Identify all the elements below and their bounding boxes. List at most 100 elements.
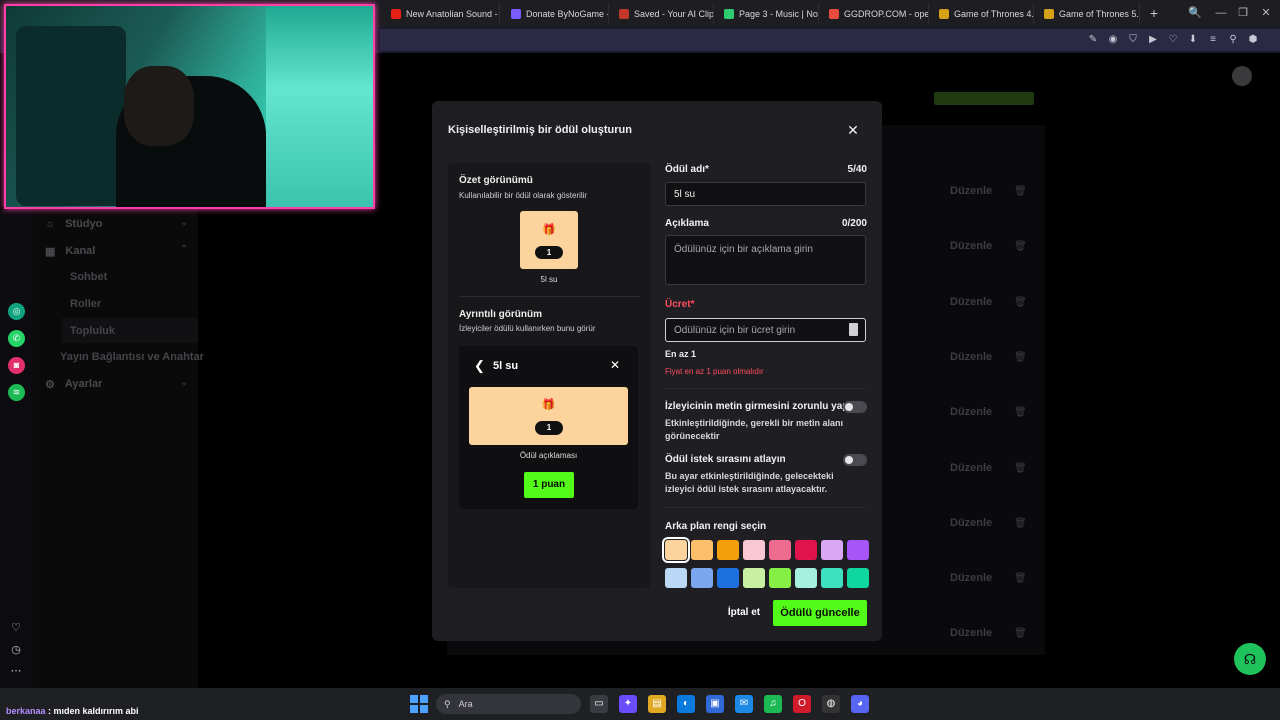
- trash-icon[interactable]: 🗑: [1014, 352, 1027, 363]
- trash-icon[interactable]: 🗑: [1014, 573, 1027, 584]
- camera-icon[interactable]: ◉: [1105, 32, 1121, 48]
- edge-icon[interactable]: ◐: [677, 695, 695, 713]
- more-icon[interactable]: ⋯: [8, 663, 24, 679]
- file-explorer-icon[interactable]: ▤: [648, 695, 666, 713]
- play-icon[interactable]: ▶: [1145, 32, 1161, 48]
- browser-tab[interactable]: Saved - Your AI Clipper: [611, 3, 714, 24]
- chevron-up-icon[interactable]: ⌃: [180, 244, 188, 255]
- whatsapp-icon[interactable]: ✆: [8, 330, 25, 347]
- history-icon[interactable]: ◷: [8, 642, 24, 658]
- color-swatch[interactable]: [691, 540, 713, 560]
- chatgpt-icon[interactable]: ◎: [8, 303, 25, 320]
- skip-queue-toggle[interactable]: [843, 454, 867, 466]
- task-view-icon[interactable]: ▭: [590, 695, 608, 713]
- close-window-button[interactable]: ✕: [1257, 5, 1275, 21]
- edit-reward-button[interactable]: Düzenle: [950, 572, 992, 584]
- obs-icon[interactable]: ◍: [822, 695, 840, 713]
- edit-reward-button[interactable]: Düzenle: [950, 240, 992, 252]
- download-icon[interactable]: ⬇: [1185, 32, 1201, 48]
- divider: [665, 507, 866, 508]
- color-swatch[interactable]: [847, 568, 869, 588]
- background-color-title: Arka plan rengi seçin: [665, 521, 767, 532]
- color-swatch[interactable]: [717, 568, 739, 588]
- mail-icon[interactable]: ✉: [735, 695, 753, 713]
- color-swatch[interactable]: [795, 568, 817, 588]
- color-swatch[interactable]: [795, 540, 817, 560]
- sidebar-item-roles[interactable]: Roller: [70, 291, 101, 317]
- edit-reward-button[interactable]: Düzenle: [950, 296, 992, 308]
- minimize-button[interactable]: —: [1212, 5, 1230, 21]
- sidebar-item-community[interactable]: Topluluk: [70, 318, 115, 344]
- trash-icon[interactable]: 🗑: [1014, 241, 1027, 252]
- sidebar-item-channel[interactable]: ▦ Kanal: [45, 238, 95, 264]
- color-swatch[interactable]: [769, 568, 791, 588]
- description-textarea[interactable]: [665, 235, 866, 285]
- chevron-down-icon[interactable]: ⌄: [180, 377, 188, 388]
- color-swatch[interactable]: [821, 540, 843, 560]
- trash-icon[interactable]: 🗑: [1014, 297, 1027, 308]
- color-swatch[interactable]: [847, 540, 869, 560]
- shield-icon[interactable]: ⛉: [1125, 32, 1141, 48]
- spotify-icon[interactable]: ≋: [8, 384, 25, 401]
- trash-icon[interactable]: 🗑: [1014, 186, 1027, 197]
- browser-tab[interactable]: GGDROP.COM - open ca: [821, 3, 929, 24]
- edit-reward-button[interactable]: Düzenle: [950, 462, 992, 474]
- sidebar-item-settings[interactable]: ⚙ Ayarlar: [45, 371, 102, 397]
- trash-icon[interactable]: 🗑: [1014, 518, 1027, 529]
- avatar[interactable]: [1232, 66, 1252, 86]
- edit-reward-button[interactable]: Düzenle: [950, 406, 992, 418]
- windows-start-icon[interactable]: [410, 695, 428, 713]
- cost-stepper[interactable]: [849, 323, 858, 336]
- color-swatch[interactable]: [743, 568, 765, 588]
- spotify-icon[interactable]: ♫: [764, 695, 782, 713]
- extension-icon[interactable]: ⬢: [1245, 32, 1261, 48]
- opera-icon[interactable]: O: [793, 695, 811, 713]
- update-reward-button[interactable]: Ödülü güncelle: [773, 600, 867, 626]
- color-swatch[interactable]: [691, 568, 713, 588]
- trash-icon[interactable]: 🗑: [1014, 407, 1027, 418]
- color-swatch[interactable]: [662, 537, 690, 563]
- new-tab-button[interactable]: +: [1146, 5, 1162, 21]
- edit-reward-button[interactable]: Düzenle: [950, 185, 992, 197]
- edit-icon[interactable]: ✎: [1085, 32, 1101, 48]
- instagram-icon[interactable]: ◙: [8, 357, 25, 374]
- copilot-icon[interactable]: ✦: [619, 695, 637, 713]
- taskbar-search[interactable]: ⚲ Ara: [436, 694, 581, 714]
- color-swatch[interactable]: [821, 568, 843, 588]
- cost-input[interactable]: [665, 318, 866, 342]
- trash-icon[interactable]: 🗑: [1014, 463, 1027, 474]
- browser-tab[interactable]: Donate ByNoGame - Ge: [503, 3, 609, 24]
- color-swatch[interactable]: [665, 568, 687, 588]
- store-icon[interactable]: ▣: [706, 695, 724, 713]
- sidebar-item-chat[interactable]: Sohbet: [70, 264, 107, 290]
- color-swatch[interactable]: [743, 540, 765, 560]
- menu-icon[interactable]: ≡: [1205, 32, 1221, 48]
- description-counter: 0/200: [841, 218, 867, 229]
- reward-name-input[interactable]: [665, 182, 866, 206]
- color-swatch[interactable]: [717, 540, 739, 560]
- edit-reward-button[interactable]: Düzenle: [950, 351, 992, 363]
- browser-tab[interactable]: Game of Thrones 5. Sez: [1036, 3, 1140, 24]
- support-chat-button[interactable]: ☊: [1234, 643, 1266, 675]
- trash-icon[interactable]: 🗑: [1014, 628, 1027, 639]
- browser-tab[interactable]: Page 3 - Music | No Cop: [716, 3, 819, 24]
- color-swatch[interactable]: [769, 540, 791, 560]
- heart-icon[interactable]: ♡: [8, 620, 24, 636]
- sidebar-item-studio[interactable]: ☼ Stüdyo: [45, 211, 102, 237]
- heart-icon[interactable]: ♡: [1165, 32, 1181, 48]
- require-text-toggle[interactable]: [843, 401, 867, 413]
- discord-icon[interactable]: ◕: [851, 695, 869, 713]
- chat-username: berkanaa: [6, 706, 46, 716]
- maximize-button[interactable]: ❐: [1234, 5, 1252, 21]
- edit-reward-button[interactable]: Düzenle: [950, 517, 992, 529]
- close-icon[interactable]: ✕: [845, 122, 861, 138]
- profile-icon[interactable]: ⚲: [1225, 32, 1241, 48]
- tab-search-icon[interactable]: 🔍: [1186, 5, 1204, 21]
- browser-tab[interactable]: Game of Thrones 4. Sez: [931, 3, 1034, 24]
- cancel-button[interactable]: İptal et: [722, 601, 766, 625]
- sidebar-item-stream-key[interactable]: Yayın Bağlantısı ve Anahtar: [60, 344, 204, 370]
- chevron-down-icon[interactable]: ⌄: [180, 217, 188, 228]
- browser-tab[interactable]: New Anatolian Sound -: [383, 3, 500, 24]
- edit-reward-button[interactable]: Düzenle: [950, 627, 992, 639]
- header-dim-button[interactable]: [934, 92, 1034, 105]
